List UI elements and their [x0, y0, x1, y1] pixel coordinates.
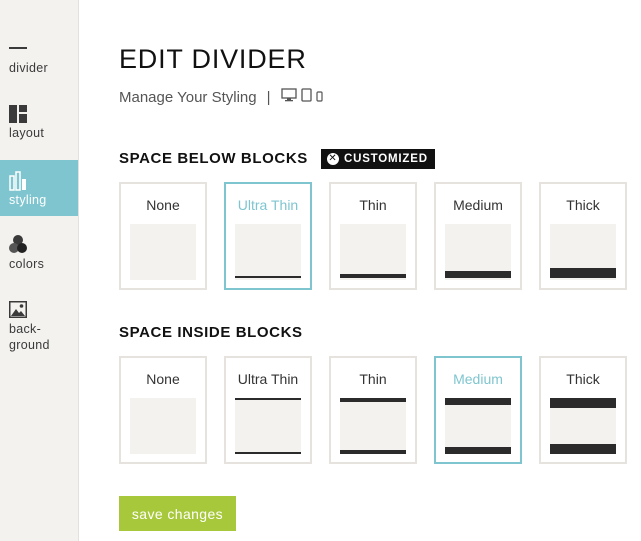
option-preview [235, 398, 301, 454]
option-label: None [146, 371, 180, 387]
space-below-option-thick[interactable]: Thick [539, 182, 627, 290]
divider-bar [550, 268, 616, 278]
divider-bar [445, 271, 511, 278]
option-preview [235, 224, 301, 280]
subtitle-row: Manage Your Styling | [119, 88, 327, 106]
option-label: Ultra Thin [237, 197, 299, 213]
space-inside-option-medium[interactable]: Medium [434, 356, 522, 464]
divider-bar [235, 276, 301, 278]
option-preview [550, 398, 616, 454]
divider-bar-bottom [550, 444, 616, 454]
divider-bar-top [235, 398, 301, 400]
section-title-space-below: SPACE BELOW BLOCKS [119, 150, 308, 167]
section-title-space-inside: SPACE INSIDE BLOCKS [119, 324, 303, 341]
option-label: None [146, 197, 180, 213]
palette-icon [9, 234, 78, 256]
desktop-icon[interactable] [280, 88, 297, 106]
sidebar-item-styling[interactable]: styling [0, 160, 78, 216]
option-label: Ultra Thin [237, 371, 299, 387]
option-label: Thick [566, 371, 600, 387]
space-below-option-none[interactable]: None [119, 182, 207, 290]
sidebar-item-label: colors [9, 257, 45, 271]
space-below-option-ultra-thin[interactable]: Ultra Thin [224, 182, 312, 290]
divider-bar-bottom [445, 447, 511, 454]
space-below-option-medium[interactable]: Medium [434, 182, 522, 290]
divider-bar-bottom [235, 452, 301, 454]
option-preview [550, 224, 616, 280]
option-label: Medium [453, 371, 503, 387]
minus-icon [9, 38, 78, 60]
sidebar: divider layout styling colors back- grou… [0, 0, 79, 541]
save-changes-button[interactable]: save changes [119, 496, 236, 531]
sidebar-item-label: layout [9, 126, 45, 140]
space-inside-option-none[interactable]: None [119, 356, 207, 464]
sidebar-item-label-2: ground [9, 338, 50, 352]
divider-bar-top [445, 398, 511, 405]
divider-bar-top [550, 398, 616, 408]
option-label: Thin [359, 371, 387, 387]
page-subtitle: Manage Your Styling [119, 88, 257, 106]
layout-icon [9, 103, 78, 125]
space-below-option-thin[interactable]: Thin [329, 182, 417, 290]
option-preview [340, 398, 406, 454]
badge-label: CUSTOMIZED [344, 153, 428, 165]
sidebar-item-colors[interactable]: colors [0, 234, 78, 282]
sidebar-item-label: styling [9, 193, 47, 207]
sidebar-item-label: divider [9, 61, 48, 75]
sidebar-item-layout[interactable]: layout [0, 103, 78, 151]
image-icon [9, 299, 78, 321]
tablet-icon[interactable] [300, 88, 312, 106]
phone-icon[interactable] [315, 89, 323, 106]
sidebar-item-background[interactable]: back- ground [0, 299, 78, 359]
option-preview [130, 398, 196, 454]
divider-bar-top [340, 398, 406, 402]
option-label: Medium [453, 197, 503, 213]
space-inside-option-thick[interactable]: Thick [539, 356, 627, 464]
customized-badge[interactable]: ✕ CUSTOMIZED [321, 149, 435, 169]
option-preview [130, 224, 196, 280]
styling-icon [9, 170, 78, 192]
sidebar-item-label: back- [9, 322, 42, 336]
option-label: Thin [359, 197, 387, 213]
option-preview [340, 224, 406, 280]
divider-bar [340, 274, 406, 278]
close-icon[interactable]: ✕ [327, 153, 339, 165]
separator: | [266, 88, 271, 106]
option-preview [445, 224, 511, 280]
space-inside-option-thin[interactable]: Thin [329, 356, 417, 464]
option-preview [445, 398, 511, 454]
space-inside-option-ultra-thin[interactable]: Ultra Thin [224, 356, 312, 464]
option-label: Thick [566, 197, 600, 213]
divider-bar-bottom [340, 450, 406, 454]
page-title: EDIT DIVIDER [119, 44, 307, 74]
sidebar-item-divider[interactable]: divider [0, 38, 78, 86]
